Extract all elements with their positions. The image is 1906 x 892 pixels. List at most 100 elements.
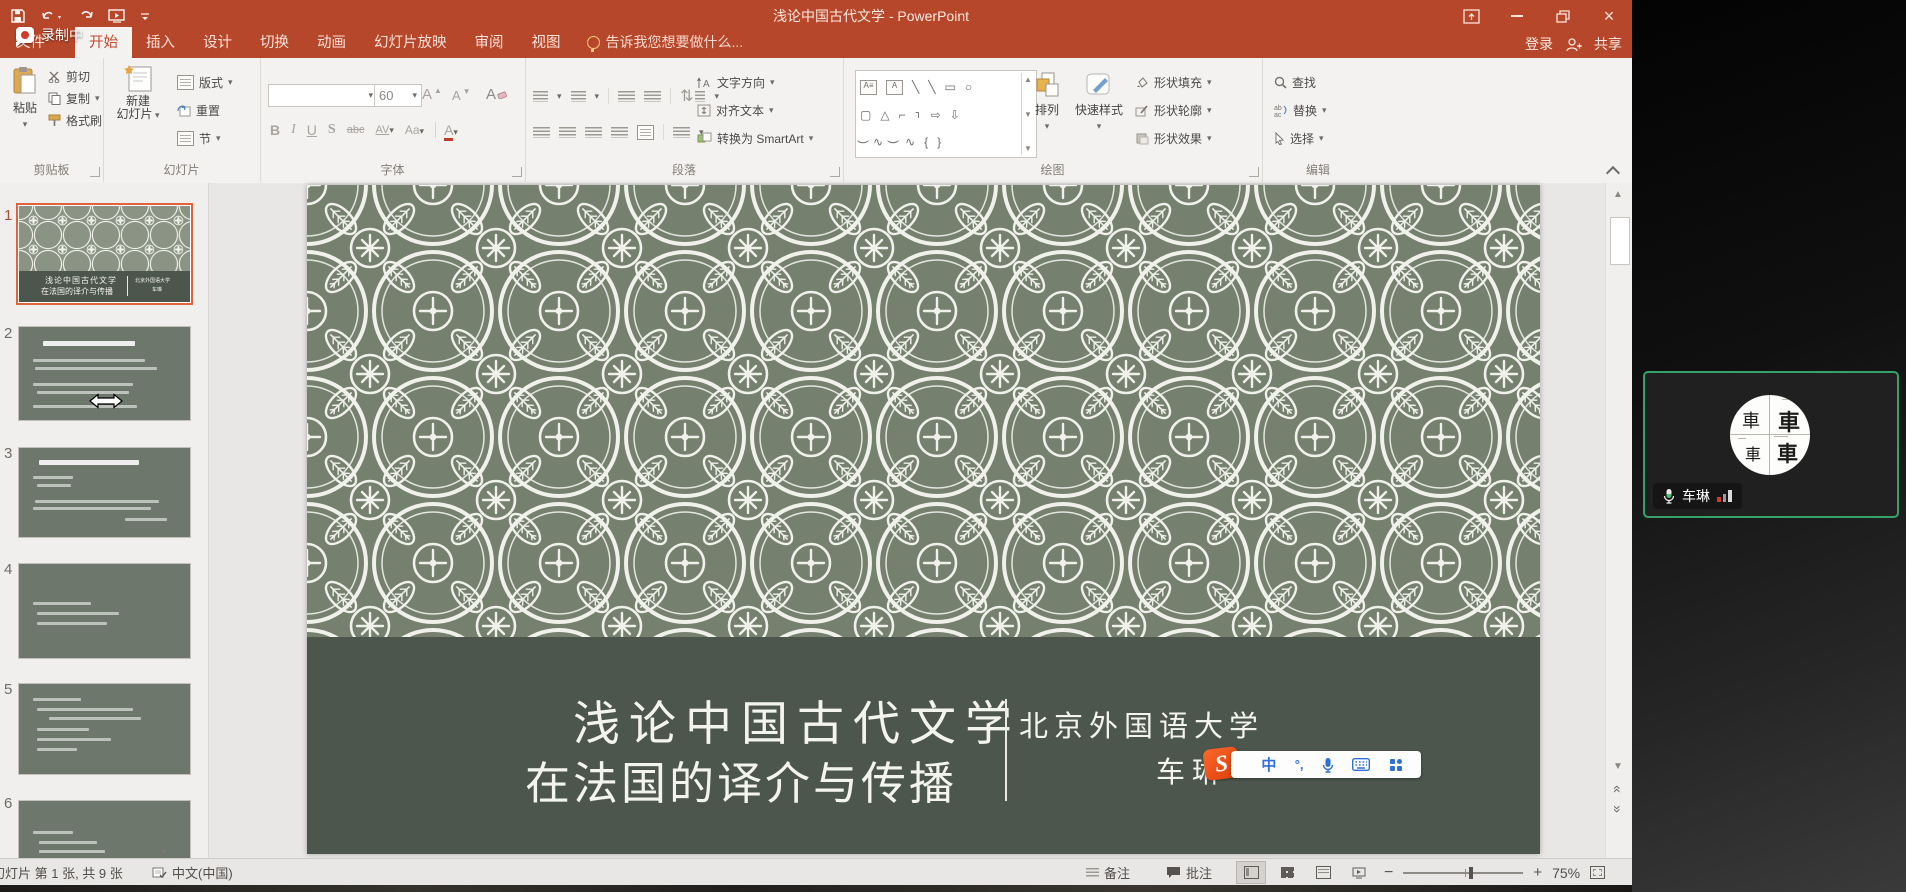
decrease-indent-icon[interactable] [618,91,635,102]
ribbon-display-options-icon[interactable] [1448,0,1494,32]
strike-abc-button[interactable]: abc [347,124,365,136]
reading-view-button[interactable] [1308,861,1338,884]
tab-review[interactable]: 审阅 [461,27,518,58]
new-slide-button[interactable]: 新建幻灯片 ▾ [113,64,163,122]
decrease-font-button[interactable]: A▼ [452,88,471,103]
shape-effects-button[interactable]: 形状效果▾ [1135,130,1212,147]
tab-animations[interactable]: 动画 [303,27,360,58]
columns-icon[interactable] [637,125,654,140]
quick-styles-button[interactable]: 快速样式▾ [1071,72,1127,132]
zoom-out-button[interactable]: − [1384,864,1393,882]
zoom-slider-thumb[interactable] [1469,867,1473,879]
convert-smartart-button[interactable]: 转换为 SmartArt▾ [697,130,813,147]
sign-in-button[interactable]: 登录 [1525,34,1553,54]
clear-formatting-button[interactable]: A [486,86,507,103]
right-arrow-icon[interactable]: ⇨ [931,108,941,122]
align-left-icon[interactable] [533,127,550,138]
normal-view-button[interactable] [1236,861,1266,884]
align-right-icon[interactable] [585,127,602,138]
font-name-combo[interactable]: ▾ [268,84,378,107]
change-case-button[interactable]: Aa▾ [405,123,424,137]
numbering-icon[interactable] [571,91,586,102]
triangle-icon[interactable]: △ [880,108,889,122]
restore-button[interactable] [1540,0,1586,32]
slide-affiliation[interactable]: 北京外国语大学 [1019,703,1264,745]
slideshow-view-button[interactable] [1344,861,1374,884]
copy-button[interactable]: 复制▾ [48,90,100,107]
layout-button[interactable]: 版式▾ [177,74,233,91]
scrollbar-thumb[interactable] [1610,217,1630,265]
close-button[interactable]: × [1586,0,1632,32]
bullets-icon[interactable] [533,91,548,102]
tab-insert[interactable]: 插入 [132,27,189,58]
zoom-level[interactable]: 75% [1552,865,1580,881]
tab-transitions[interactable]: 切换 [246,27,303,58]
arc-icon[interactable]: ) [887,140,901,144]
slide-sorter-view-button[interactable] [1272,861,1302,884]
ime-punctuation-icon[interactable]: °, [1295,757,1304,772]
collapse-ribbon-icon[interactable] [1606,166,1620,180]
format-painter-button[interactable]: 格式刷 [48,112,102,129]
dialog-launcher-icon[interactable] [512,167,522,177]
rectangle-icon[interactable]: ▭ [944,80,955,94]
previous-slide-icon[interactable]: « [1610,785,1626,793]
font-color-button[interactable]: A▾ [435,122,458,138]
tab-view[interactable]: 视图 [518,27,575,58]
justify-icon[interactable] [611,127,628,138]
arrange-button[interactable]: 排列▾ [1029,72,1065,132]
shape-fill-button[interactable]: 形状填充▾ [1135,74,1212,91]
tab-slideshow[interactable]: 幻灯片放映 [360,27,461,58]
elbow-connector-icon[interactable]: ⌐ [899,108,906,122]
dialog-launcher-icon[interactable] [830,167,840,177]
slide-thumbnail-4[interactable] [19,564,190,658]
vertical-scrollbar[interactable]: ▲ ▼ « » [1605,183,1633,858]
ellipse-icon[interactable]: ○ [965,80,972,94]
curve-icon[interactable]: ∿ [905,135,915,149]
tab-design[interactable]: 设计 [189,27,246,58]
strikethrough-button[interactable]: S [328,122,336,138]
minimize-button[interactable] [1494,0,1540,32]
share-button[interactable]: 共享 [1594,34,1622,54]
italic-button[interactable]: I [291,122,296,138]
slide-title-line2[interactable]: 在法国的译介与传播 [525,747,957,812]
down-arrow-icon[interactable]: ⇩ [950,108,960,122]
increase-font-button[interactable]: A▲ [422,86,442,103]
text-direction-button[interactable]: A 文字方向▾ [697,74,775,91]
reset-button[interactable]: 重置 [177,102,220,119]
left-brace-icon[interactable]: { [924,135,928,149]
ime-keyboard-icon[interactable] [1352,758,1370,771]
increase-indent-icon[interactable] [644,91,661,102]
dialog-launcher-icon[interactable] [1249,167,1259,177]
paste-button[interactable]: 粘贴▾ [6,66,44,130]
right-brace-icon[interactable]: } [937,135,941,149]
slide-title-line1[interactable]: 浅论中国古代文学 [573,685,1021,754]
scribble-icon[interactable]: ∿ [873,135,883,149]
rounded-rect-icon[interactable]: ▢ [860,108,871,122]
slide-thumbnail-1[interactable]: 浅论中国古代文学 在法国的译介与传播 北京外国语大学 车琳 [19,206,190,302]
char-spacing-button[interactable]: AV▾ [375,124,393,136]
select-button[interactable]: 选择▾ [1274,130,1324,147]
find-button[interactable]: 查找 [1274,74,1316,91]
align-center-icon[interactable] [559,127,576,138]
slide-thumbnail-3[interactable] [19,448,190,537]
save-icon[interactable] [10,8,26,24]
textbox-icon[interactable]: A≡ [860,80,877,95]
language-indicator[interactable]: 中文(中国) [152,859,233,886]
distribute-icon[interactable] [673,127,690,138]
comments-button[interactable]: 批注 [1166,859,1212,886]
section-button[interactable]: 节▾ [177,130,221,147]
scroll-up-icon[interactable]: ▲ [1613,189,1623,200]
curved-connector-icon[interactable]: ⌐ [911,111,925,118]
panel-scroll-down-icon[interactable]: ▼ [160,846,169,856]
notes-button[interactable]: 备注 [1086,859,1130,886]
dialog-launcher-icon[interactable] [90,167,100,177]
video-call-overlay[interactable]: 車 車 車 車 车琳 [1643,371,1899,518]
underline-button[interactable]: U [307,122,317,138]
align-text-button[interactable]: 对齐文本▾ [697,102,774,119]
zoom-slider[interactable] [1403,872,1523,874]
ime-toolbox-icon[interactable] [1389,758,1403,772]
fit-slide-to-window-icon[interactable] [1590,866,1605,879]
freeform-icon[interactable]: ( [855,140,869,144]
tab-home[interactable]: 开始 [75,27,132,58]
vertical-textbox-icon[interactable]: A [886,80,903,95]
